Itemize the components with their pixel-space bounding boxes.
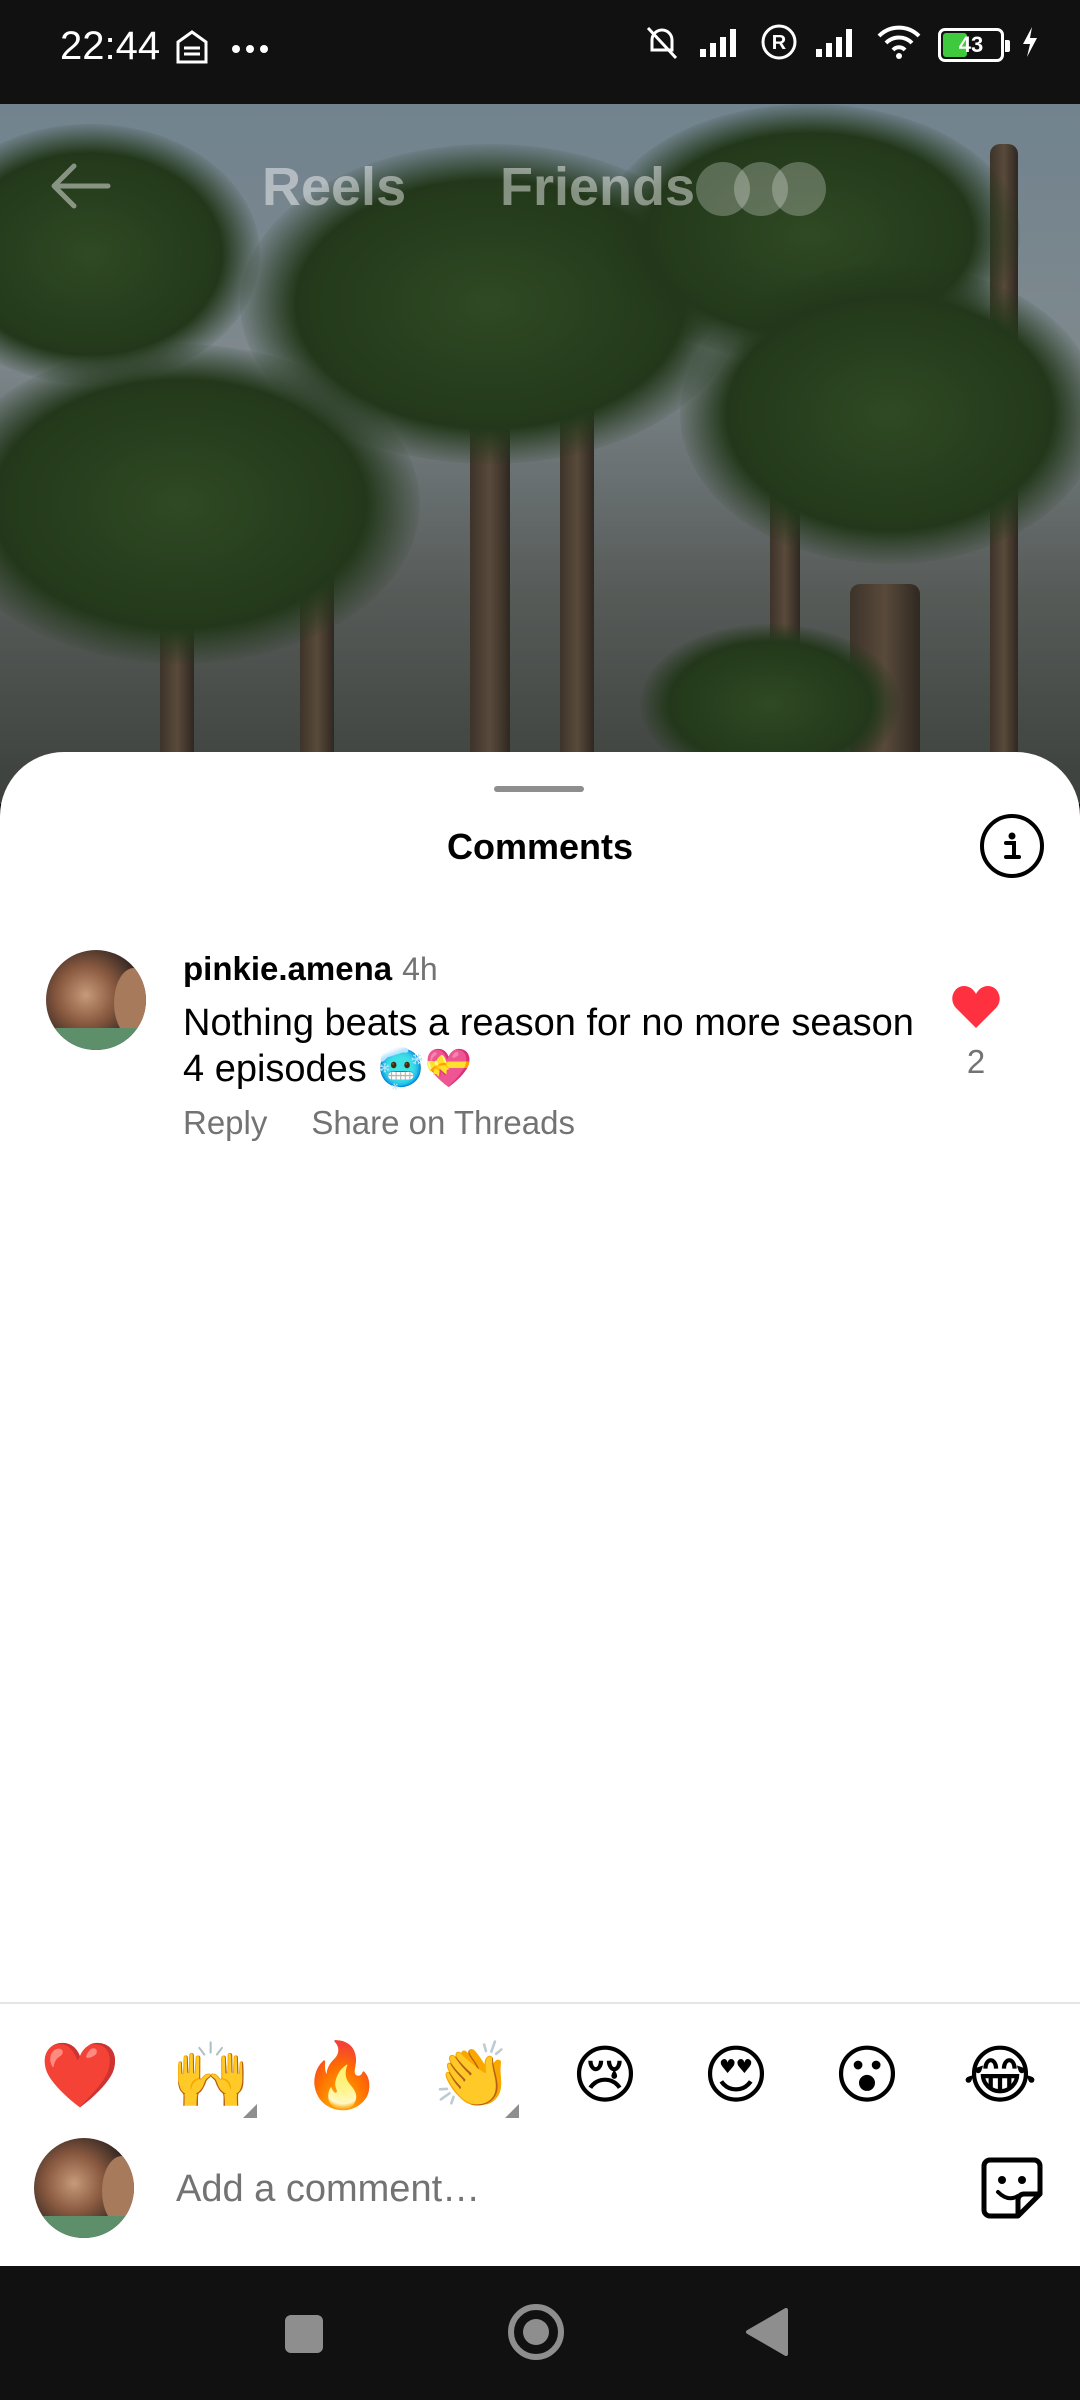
comments-sheet: Comments pinkie.amena 4h Nothing beats a …: [0, 752, 1080, 2266]
reply-button[interactable]: Reply: [183, 1104, 267, 1141]
reaction-surprised[interactable]: 😮: [817, 2030, 917, 2120]
reaction-heart[interactable]: ❤️: [30, 2030, 130, 2120]
comment-like[interactable]: 2: [946, 984, 1006, 1081]
app-notification-icon: [172, 28, 212, 73]
comment-username[interactable]: pinkie.amena: [183, 950, 392, 987]
home-button[interactable]: [506, 2302, 566, 2367]
quick-reactions-bar: ❤️ 🙌 🔥 👏 😢 😍 😮 😂: [0, 2030, 1080, 2120]
reel-video-background[interactable]: Reels Friends: [0, 104, 1080, 804]
like-count: 2: [966, 1043, 986, 1080]
wifi-icon: [876, 24, 922, 65]
sheet-title: Comments: [446, 826, 634, 867]
drag-handle[interactable]: [494, 786, 584, 792]
comment-time: 4h: [402, 951, 438, 987]
reaction-clapping[interactable]: 👏: [423, 2030, 523, 2120]
battery-level: 43: [958, 31, 984, 57]
reaction-clapping-glyph: 👏: [433, 2039, 513, 2111]
reaction-fire[interactable]: 🔥: [292, 2030, 392, 2120]
signal-icon: [698, 25, 744, 64]
signal-icon: [814, 25, 860, 64]
reaction-crying[interactable]: 😢: [555, 2030, 655, 2120]
reel-header: Reels Friends: [0, 104, 1080, 274]
system-nav-bar: [0, 2266, 1080, 2400]
share-on-threads-button[interactable]: Share on Threads: [311, 1104, 575, 1141]
battery-icon: 43: [938, 27, 1010, 62]
back-button[interactable]: [744, 2306, 790, 2363]
svg-text:R: R: [772, 32, 787, 54]
tab-friends[interactable]: Friends: [500, 156, 695, 218]
reaction-raising-hands[interactable]: 🙌: [161, 2030, 261, 2120]
status-bar: 22:44 R 43: [0, 0, 1080, 104]
roaming-icon: R: [760, 23, 798, 66]
mute-icon: [642, 22, 682, 67]
tab-reels[interactable]: Reels: [262, 156, 406, 218]
heart-filled-icon[interactable]: [951, 984, 1001, 1030]
my-avatar: [34, 2138, 134, 2238]
comment-text: Nothing beats a reason for no more seaso…: [183, 1002, 914, 1090]
skin-tone-indicator: [505, 2104, 519, 2118]
friends-avatars: [696, 162, 826, 216]
reaction-raising-hands-glyph: 🙌: [171, 2039, 251, 2111]
divider: [0, 2002, 1080, 2004]
comment-composer: [34, 2138, 1046, 2238]
reaction-laughing[interactable]: 😂: [950, 2030, 1050, 2120]
charging-icon: [1020, 25, 1040, 64]
recents-button[interactable]: [282, 2312, 326, 2361]
status-time: 22:44: [60, 24, 161, 68]
comment-input[interactable]: [174, 2158, 938, 2220]
commenter-avatar[interactable]: [46, 950, 146, 1050]
reaction-heart-eyes[interactable]: 😍: [686, 2030, 786, 2120]
back-arrow-icon[interactable]: [44, 156, 114, 221]
skin-tone-indicator: [243, 2104, 257, 2118]
info-button[interactable]: [980, 814, 1044, 878]
info-icon: [1004, 832, 1021, 859]
sticker-icon[interactable]: [978, 2154, 1046, 2227]
more-dots-icon: [230, 42, 270, 60]
